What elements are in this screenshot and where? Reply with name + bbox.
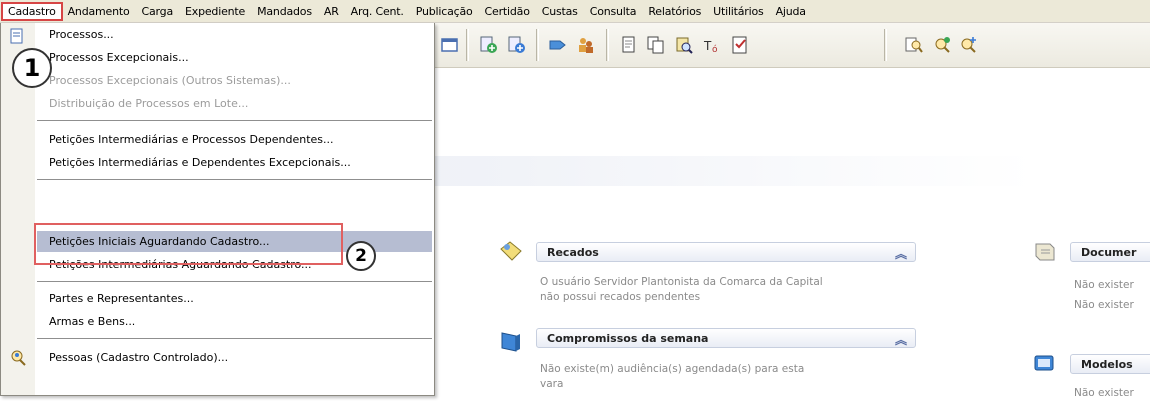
- menu-andamento[interactable]: Andamento: [62, 3, 136, 20]
- menu-arq-cent[interactable]: Arq. Cent.: [345, 3, 410, 20]
- compromissos-message: Não existe(m) audiência(s) agendada(s) p…: [540, 362, 804, 392]
- menu-item-processos-excepcionais-outros: Processos Excepcionais (Outros Sistemas)…: [49, 74, 291, 87]
- menu-utilitarios[interactable]: Utilitários: [707, 3, 769, 20]
- book-icon: [498, 329, 524, 353]
- documentos-message: Não exister Não exister: [1074, 275, 1134, 315]
- annotation-highlight-box: [34, 223, 343, 265]
- documentos-title: Documer: [1081, 246, 1137, 259]
- menu-item-peticoes-intermediarias-dependentes[interactable]: Petições Intermediárias e Processos Depe…: [37, 129, 432, 150]
- menu-publicacao[interactable]: Publicação: [410, 3, 479, 20]
- search-add-icon[interactable]: [932, 35, 952, 55]
- compromissos-header[interactable]: Compromissos da semana ︽: [536, 328, 916, 348]
- tag-icon[interactable]: Tó: [702, 35, 722, 55]
- modelos-message: Não exister: [1074, 386, 1134, 401]
- add-green-icon[interactable]: [478, 35, 498, 55]
- window-icon[interactable]: [440, 35, 460, 55]
- documentos-line-1: Não exister: [1074, 279, 1134, 291]
- checklist-icon[interactable]: [730, 35, 750, 55]
- menu-carga[interactable]: Carga: [136, 3, 179, 20]
- svg-text:T: T: [703, 39, 712, 53]
- pessoas-icon: [9, 349, 27, 367]
- menu-relatorios[interactable]: Relatórios: [642, 3, 707, 20]
- add-blue-icon[interactable]: [506, 35, 526, 55]
- recados-title: Recados: [547, 246, 599, 259]
- menu-bar: Cadastro Andamento Carga Expediente Mand…: [0, 0, 1150, 23]
- modelos-header[interactable]: Modelos: [1070, 354, 1150, 374]
- copy-icon[interactable]: [646, 35, 666, 55]
- menu-expediente[interactable]: Expediente: [179, 3, 251, 20]
- menu-cadastro[interactable]: Cadastro: [1, 1, 63, 21]
- recados-line-2: não possui recados pendentes: [540, 291, 701, 303]
- menu-separator: [37, 120, 432, 121]
- recados-line-1: O usuário Servidor Plantonista da Comarc…: [540, 276, 823, 288]
- find-doc-icon[interactable]: [674, 35, 694, 55]
- menu-certidao[interactable]: Certidão: [479, 3, 536, 20]
- modelos-title: Modelos: [1081, 358, 1133, 371]
- annotation-step-1: 1: [12, 48, 52, 88]
- toolbar-separator: [606, 29, 609, 61]
- documentos-header[interactable]: Documer: [1070, 242, 1150, 262]
- collapse-icon[interactable]: ︽: [895, 245, 907, 262]
- compromissos-line-1: Não existe(m) audiência(s) agendada(s) p…: [540, 363, 805, 375]
- notes-icon: [498, 239, 524, 263]
- cadastro-dropdown-menu: Processos... Processos Excepcionais... P…: [0, 23, 435, 396]
- menu-separator: [37, 179, 432, 180]
- modelos-line-1: Não exister: [1074, 387, 1134, 399]
- recados-message: O usuário Servidor Plantonista da Comarc…: [540, 275, 823, 305]
- recados-header[interactable]: Recados ︽: [536, 242, 916, 262]
- scroll-icon: [1032, 239, 1058, 263]
- menu-custas[interactable]: Custas: [536, 3, 584, 20]
- menu-item-distribuicao-lote: Distribuição de Processos em Lote...: [49, 97, 249, 110]
- forward-icon[interactable]: [548, 35, 568, 55]
- template-icon: [1032, 351, 1058, 375]
- toolbar-separator: [466, 29, 469, 61]
- menu-ar[interactable]: AR: [318, 3, 345, 20]
- menu-item-partes-representantes[interactable]: Partes e Representantes...: [37, 288, 432, 309]
- menu-item-armas-bens[interactable]: Armas e Bens...: [37, 311, 432, 332]
- processos-icon: [9, 28, 25, 44]
- menu-item-pessoas[interactable]: Pessoas (Cadastro Controlado)...: [37, 347, 432, 368]
- menu-item-peticoes-dependentes-excepcionais[interactable]: Petições Intermediárias e Dependentes Ex…: [37, 152, 432, 173]
- annotation-step-2: 2: [346, 241, 376, 271]
- menu-separator: [37, 338, 432, 339]
- toolbar-separator: [536, 29, 539, 61]
- search-doc-icon[interactable]: [904, 35, 924, 55]
- compromissos-line-2: vara: [540, 378, 564, 390]
- svg-text:ó: ó: [712, 44, 718, 55]
- compromissos-title: Compromissos da semana: [547, 332, 709, 345]
- collapse-icon[interactable]: ︽: [895, 331, 907, 348]
- document-icon[interactable]: [618, 35, 638, 55]
- menu-item-processos[interactable]: Processos...: [37, 24, 432, 45]
- menu-consulta[interactable]: Consulta: [584, 3, 643, 20]
- people-icon[interactable]: [576, 35, 596, 55]
- search-plus-icon[interactable]: [958, 35, 978, 55]
- toolbar-separator: [884, 29, 887, 61]
- menu-item-processos-excepcionais[interactable]: Processos Excepcionais...: [37, 47, 432, 68]
- menu-ajuda[interactable]: Ajuda: [770, 3, 812, 20]
- menu-mandados[interactable]: Mandados: [251, 3, 318, 20]
- documentos-line-2: Não exister: [1074, 299, 1134, 311]
- menu-separator: [37, 281, 432, 282]
